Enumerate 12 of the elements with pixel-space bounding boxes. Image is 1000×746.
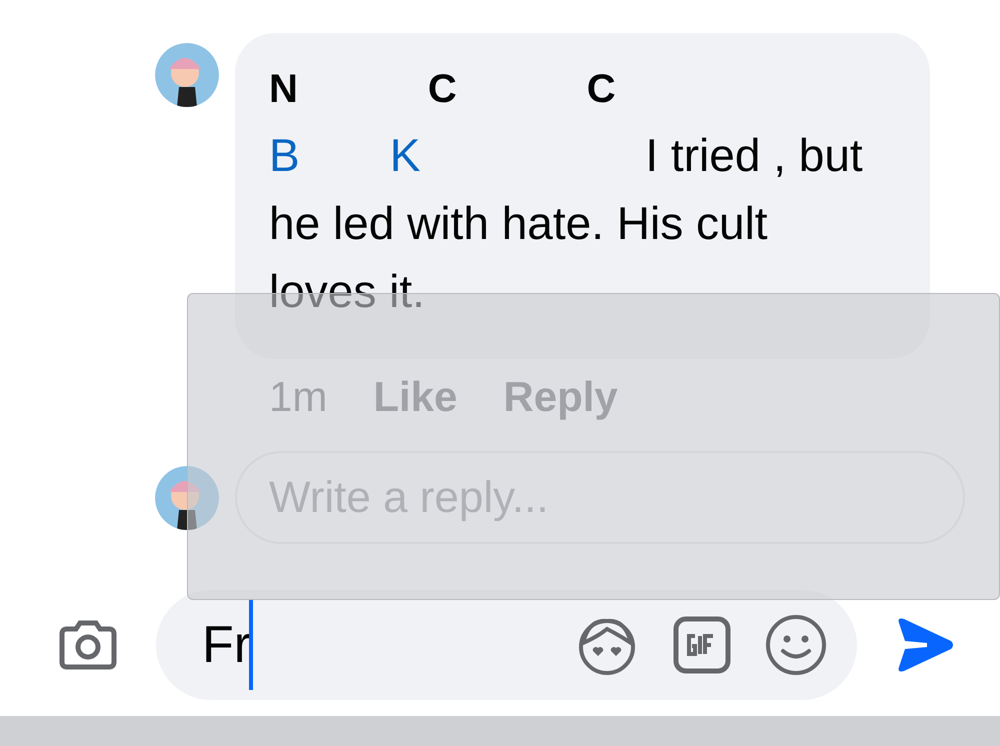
avatar: [155, 43, 219, 107]
mention-link[interactable]: K: [390, 129, 420, 181]
emoji-icon[interactable]: [765, 614, 827, 676]
author-name[interactable]: C: [428, 63, 457, 115]
mention-link[interactable]: B: [269, 129, 300, 181]
comment-field[interactable]: Fr: [156, 590, 857, 700]
comment-time: 1m: [269, 373, 328, 421]
camera-icon[interactable]: [58, 620, 118, 670]
author-name[interactable]: C: [586, 63, 616, 115]
gif-icon[interactable]: [673, 616, 731, 674]
avatar: [155, 466, 219, 530]
author-name[interactable]: N: [269, 63, 298, 115]
